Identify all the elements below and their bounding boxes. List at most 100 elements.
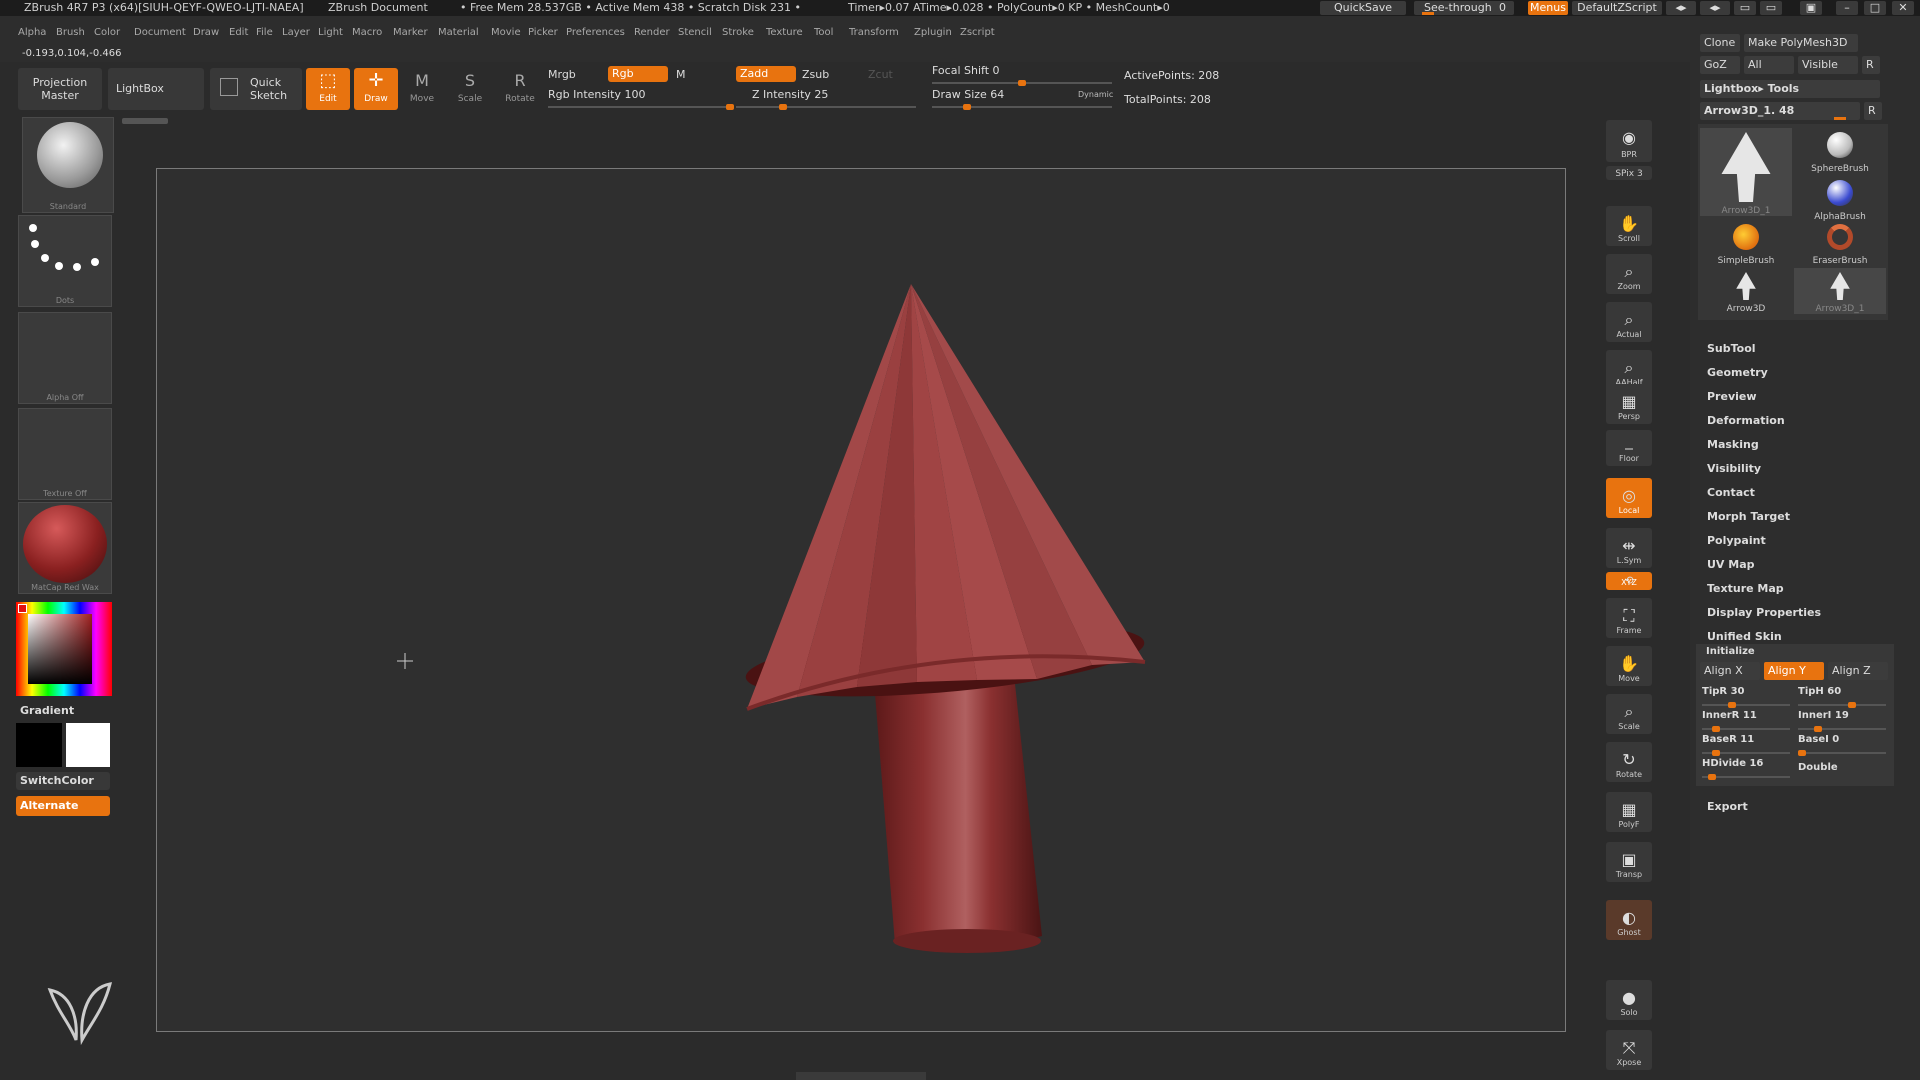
rgb-button[interactable]: Rgb	[608, 66, 668, 82]
hdivide-track[interactable]	[1702, 774, 1790, 780]
palette-menu-subtool[interactable]: SubTool	[1707, 342, 1756, 355]
basei-slider[interactable]: BaseI 0	[1798, 734, 1839, 745]
goz-all-button[interactable]: All	[1744, 56, 1794, 74]
slider-knob[interactable]	[963, 104, 971, 110]
close-icon[interactable]: ✕	[1892, 1, 1914, 15]
shelf-floor-button[interactable]: ⎯ Floor	[1606, 430, 1652, 466]
tipr-slider[interactable]: TipR 30	[1702, 686, 1745, 697]
tipr-track[interactable]	[1702, 702, 1790, 708]
shelf-spix-button[interactable]: SPix 3	[1606, 166, 1652, 180]
main-color-swatch[interactable]	[16, 723, 62, 767]
layout-arrows-icon[interactable]: ◂▸	[1700, 1, 1730, 15]
current-tool-slider[interactable]: Arrow3D_1. 48	[1700, 102, 1860, 120]
quicksave-button[interactable]: QuickSave	[1320, 1, 1406, 15]
palette-menu-contact[interactable]: Contact	[1707, 486, 1755, 499]
quick-sketch-button[interactable]: Quick Sketch	[210, 68, 302, 110]
window-icon[interactable]: ▭	[1760, 1, 1782, 15]
window-icon[interactable]: ▭	[1734, 1, 1756, 15]
document-canvas[interactable]	[156, 168, 1566, 1032]
minimize-icon[interactable]: –	[1836, 1, 1858, 15]
slider-knob[interactable]	[726, 104, 734, 110]
color-picker[interactable]	[16, 602, 112, 696]
make-polymesh-button[interactable]: Make PolyMesh3D	[1744, 34, 1858, 52]
menu-layer[interactable]: Layer	[282, 27, 310, 38]
shelf-scroll-button[interactable]: ✋ Scroll	[1606, 206, 1652, 246]
innerr-slider[interactable]: InnerR 11	[1702, 710, 1757, 721]
palette-menu-geometry[interactable]: Geometry	[1707, 366, 1768, 379]
draw-button[interactable]: ✛ Draw	[354, 68, 398, 110]
menu-stroke[interactable]: Stroke	[722, 27, 754, 38]
hdivide-slider[interactable]: HDivide 16	[1702, 758, 1763, 769]
shelf-bpr-button[interactable]: ◉ BPR	[1606, 120, 1652, 162]
palette-menu-preview[interactable]: Preview	[1707, 390, 1757, 403]
align-x-button[interactable]: Align X	[1700, 662, 1760, 680]
draw-size-slider[interactable]	[932, 104, 1112, 110]
palette-menu-visibility[interactable]: Visibility	[1707, 462, 1761, 475]
rotate-button[interactable]: R Rotate	[498, 68, 542, 110]
focal-shift-slider[interactable]	[932, 80, 1112, 86]
tool-item[interactable]: Arrow3D_1	[1700, 128, 1792, 216]
shelf-rotate-button[interactable]: ↻ Rotate	[1606, 742, 1652, 782]
layout-arrows-icon[interactable]: ◂▸	[1666, 1, 1696, 15]
innerr-track[interactable]	[1702, 726, 1790, 732]
palette-menu-deformation[interactable]: Deformation	[1707, 414, 1785, 427]
menu-zplugin[interactable]: Zplugin	[914, 27, 952, 38]
menu-alpha[interactable]: Alpha	[18, 27, 46, 38]
slider-knob[interactable]	[779, 104, 787, 110]
baser-slider[interactable]: BaseR 11	[1702, 734, 1754, 745]
move-button[interactable]: M Move	[402, 68, 442, 110]
menu-marker[interactable]: Marker	[393, 27, 428, 38]
edit-button[interactable]: ⬚ Edit	[306, 68, 350, 110]
palette-menu-unified-skin[interactable]: Unified Skin	[1707, 630, 1782, 643]
shelf-xyz-button[interactable]: ⟲ XYZ	[1606, 572, 1652, 590]
shelf-solo-button[interactable]: ● Solo	[1606, 980, 1652, 1020]
menu-stencil[interactable]: Stencil	[678, 27, 712, 38]
palette-menu-texture-map[interactable]: Texture Map	[1707, 582, 1784, 595]
projection-master-button[interactable]: Projection Master	[18, 68, 102, 110]
tool-item[interactable]: EraserBrush	[1794, 220, 1886, 266]
palette-menu-masking[interactable]: Masking	[1707, 438, 1759, 451]
double-button[interactable]: Double	[1798, 762, 1838, 773]
menu-document[interactable]: Document	[134, 27, 186, 38]
tool-item[interactable]: Arrow3D	[1700, 268, 1792, 314]
arrow3d-model[interactable]	[157, 169, 1567, 1033]
inneri-track[interactable]	[1798, 726, 1886, 732]
lightbox-button[interactable]: LightBox	[108, 68, 204, 110]
alpha-thumbnail[interactable]: Alpha Off	[18, 312, 112, 404]
texture-thumbnail[interactable]: Texture Off	[18, 408, 112, 500]
baser-track[interactable]	[1702, 750, 1790, 756]
inneri-slider[interactable]: InnerI 19	[1798, 710, 1849, 721]
material-thumbnail[interactable]: MatCap Red Wax	[18, 502, 112, 594]
basei-track[interactable]	[1798, 750, 1886, 756]
menu-picker[interactable]: Picker	[528, 27, 558, 38]
maximize-icon[interactable]: □	[1864, 1, 1886, 15]
palette-menu-display-properties[interactable]: Display Properties	[1707, 606, 1821, 619]
menu-color[interactable]: Color	[94, 27, 120, 38]
palette-menu-polypaint[interactable]: Polypaint	[1707, 534, 1766, 547]
shelf-persp-button[interactable]: ▦ Persp	[1606, 384, 1652, 424]
brush-thumbnail[interactable]: Standard	[22, 117, 114, 213]
see-through-slider[interactable]: See-through 0	[1414, 1, 1514, 15]
menu-texture[interactable]: Texture	[766, 27, 803, 38]
dynamic-button[interactable]: Dynamic	[1078, 90, 1113, 99]
align-y-button[interactable]: Align Y	[1764, 662, 1824, 680]
tool-item[interactable]: Arrow3D_1	[1794, 268, 1886, 314]
tiph-slider[interactable]: TipH 60	[1798, 686, 1841, 697]
shelf-polyf-button[interactable]: ▦ PolyF	[1606, 792, 1652, 832]
palette-menu-uv-map[interactable]: UV Map	[1707, 558, 1755, 571]
menu-draw[interactable]: Draw	[193, 27, 219, 38]
menu-light[interactable]: Light	[318, 27, 343, 38]
menu-tool[interactable]: Tool	[814, 27, 833, 38]
m-button[interactable]: M	[676, 68, 686, 81]
menu-brush[interactable]: Brush	[56, 27, 85, 38]
tool-r-button[interactable]: R	[1864, 102, 1882, 120]
lock-icon[interactable]: ▣	[1800, 1, 1822, 15]
menu-render[interactable]: Render	[634, 27, 670, 38]
shelf-scale-button[interactable]: ⌕ Scale	[1606, 694, 1652, 734]
align-z-button[interactable]: Align Z	[1828, 662, 1888, 680]
menu-movie[interactable]: Movie	[491, 27, 521, 38]
menu-zscript[interactable]: Zscript	[960, 27, 995, 38]
menu-file[interactable]: File	[256, 27, 273, 38]
secondary-color-swatch[interactable]	[66, 723, 110, 767]
shelf-xpose-button[interactable]: ⤧ Xpose	[1606, 1030, 1652, 1070]
